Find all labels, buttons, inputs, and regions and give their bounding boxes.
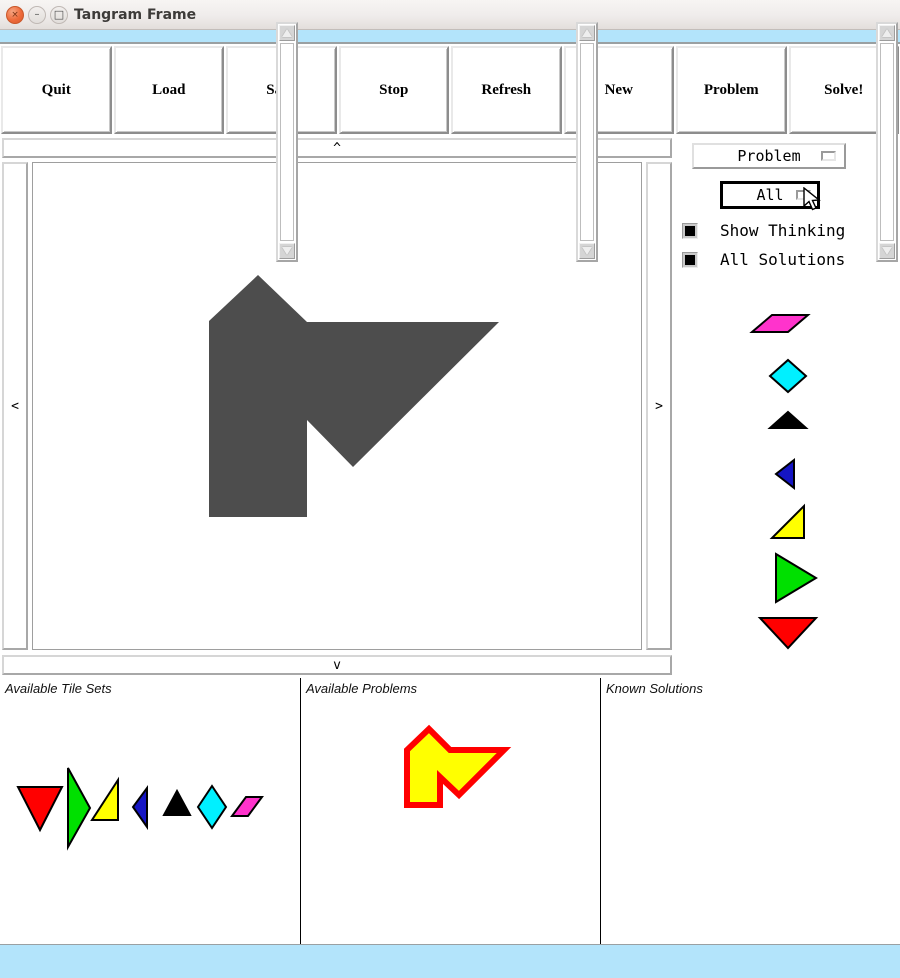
refresh-button[interactable]: Refresh — [451, 46, 562, 134]
tile-palette-svg — [749, 314, 819, 650]
tile-sets-svg — [16, 767, 264, 851]
tile-large-triangle-red[interactable] — [757, 617, 819, 650]
tileset-large-triangle-red[interactable] — [16, 786, 64, 833]
title-bar: × – □ Tangram Frame — [0, 0, 900, 30]
target-shape — [209, 275, 499, 517]
problems-panel: Available Problems — [300, 678, 600, 944]
solutions-scroll-track[interactable] — [880, 43, 894, 241]
problems-svg — [404, 724, 512, 808]
tile-sets-list[interactable] — [0, 700, 274, 944]
problem-type-value: Problem — [737, 147, 801, 165]
scroll-down-icon[interactable] — [279, 243, 295, 259]
show-thinking-checkbox-row[interactable]: Show Thinking — [682, 221, 845, 240]
scroll-up-icon[interactable] — [579, 25, 595, 41]
tileset-medium-triangle[interactable] — [90, 776, 119, 821]
tileset-large-triangle-green[interactable] — [67, 767, 92, 851]
tangram-frame-window: × – □ Tangram Frame Quit Load Save Stop … — [0, 0, 900, 978]
solutions-panel: Known Solutions — [600, 678, 900, 944]
tile-parallelogram[interactable] — [749, 314, 811, 333]
all-solutions-checkbox-row[interactable]: All Solutions — [682, 250, 845, 269]
close-window-button[interactable]: × — [6, 6, 24, 24]
scroll-down-icon[interactable] — [579, 243, 595, 259]
problem-button[interactable]: Problem — [676, 46, 787, 134]
show-thinking-label: Show Thinking — [720, 221, 846, 240]
tile-large-triangle-green[interactable] — [775, 552, 818, 604]
maximize-window-button[interactable]: □ — [50, 6, 68, 24]
solutions-list[interactable] — [601, 700, 874, 944]
window-title: Tangram Frame — [74, 7, 197, 23]
tile-medium-triangle[interactable] — [769, 503, 805, 539]
tile-sets-scrollbar[interactable] — [276, 22, 298, 262]
tile-square[interactable] — [768, 358, 808, 394]
problems-label: Available Problems — [306, 681, 418, 696]
top-divider — [0, 42, 900, 44]
problems-list[interactable] — [301, 700, 574, 944]
tile-small-triangle-black[interactable] — [767, 410, 809, 429]
status-bar — [0, 944, 900, 978]
problems-scrollbar[interactable] — [576, 22, 598, 262]
canvas-scrollbar-right[interactable]: > — [646, 162, 672, 650]
tile-palette — [676, 300, 900, 660]
chevron-down-icon — [821, 151, 836, 161]
tileset-small-triangle-blue[interactable] — [131, 784, 148, 831]
solution-filter-value: All — [756, 186, 784, 204]
stop-button[interactable]: Stop — [338, 46, 449, 134]
tileset-parallelogram[interactable] — [230, 796, 264, 817]
scroll-up-icon[interactable] — [279, 25, 295, 41]
canvas-shape-svg — [209, 275, 499, 517]
show-thinking-checkbox[interactable] — [682, 222, 698, 239]
solutions-scrollbar[interactable] — [876, 22, 898, 262]
tileset-square[interactable] — [196, 784, 228, 830]
close-icon: × — [11, 10, 19, 20]
all-solutions-checkbox[interactable] — [682, 251, 698, 268]
tile-sets-scroll-track[interactable] — [280, 43, 294, 241]
quit-button[interactable]: Quit — [1, 46, 112, 134]
scroll-up-icon[interactable] — [879, 25, 895, 41]
tangram-canvas[interactable] — [32, 162, 642, 650]
canvas-scrollbar-up[interactable]: ^ — [2, 138, 672, 158]
maximize-icon: □ — [53, 8, 65, 21]
toolbar: Quit Load Save Stop Refresh New Problem … — [0, 46, 900, 134]
top-accent-bar — [0, 30, 900, 42]
load-button[interactable]: Load — [113, 46, 224, 134]
scroll-down-icon[interactable] — [879, 243, 895, 259]
all-solutions-label: All Solutions — [720, 250, 846, 269]
problems-scroll-track[interactable] — [580, 43, 594, 241]
tile-small-triangle-blue[interactable] — [774, 457, 795, 491]
minimize-icon: – — [34, 9, 40, 20]
tileset-small-triangle-black[interactable] — [162, 788, 192, 816]
tile-sets-panel: Available Tile Sets — [0, 678, 300, 944]
tile-sets-label: Available Tile Sets — [5, 681, 112, 696]
canvas-scrollbar-left[interactable]: < — [2, 162, 28, 650]
mouse-cursor-icon — [803, 187, 821, 211]
problem-arrow-shape[interactable] — [404, 724, 512, 808]
minimize-window-button[interactable]: – — [28, 6, 46, 24]
solutions-label: Known Solutions — [606, 681, 703, 696]
problem-type-select[interactable]: Problem — [692, 143, 846, 169]
canvas-scrollbar-down[interactable]: v — [2, 655, 672, 675]
